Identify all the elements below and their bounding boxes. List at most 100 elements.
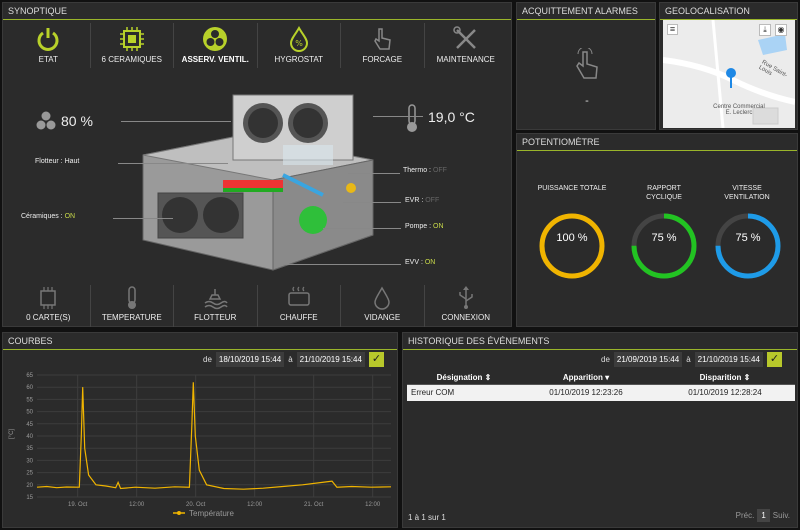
ceramiques-label: 6 CERAMIQUES xyxy=(101,55,162,64)
flotteur-leader-line xyxy=(118,163,228,164)
connexion-button[interactable]: CONNEXION xyxy=(425,285,508,327)
acquittement-title: ACQUITTEMENT ALARMES xyxy=(517,3,655,20)
de-label: de xyxy=(601,355,610,364)
page-1-button[interactable]: 1 xyxy=(757,509,770,522)
evr-status: EVR : OFF xyxy=(405,197,439,204)
y-axis-label: [°C] xyxy=(9,429,15,439)
y-tick-label: 50 xyxy=(26,410,33,416)
gauges-area xyxy=(539,213,781,279)
etat-label: ETAT xyxy=(38,55,58,64)
forcage-button[interactable]: FORCAGE xyxy=(341,23,425,68)
a-label: à xyxy=(288,355,293,364)
date-to-input[interactable]: 21/10/2019 15:44 xyxy=(694,352,763,367)
x-tick-label: 12:00 xyxy=(247,502,263,508)
cell-designation: Erreur COM xyxy=(411,388,455,397)
power-icon xyxy=(37,28,59,51)
humidity-drop-icon: % xyxy=(289,25,308,52)
map-menu-icon[interactable]: ≡ xyxy=(667,24,678,35)
drop-icon xyxy=(374,286,391,310)
chip-icon xyxy=(119,27,144,51)
column-disparition[interactable]: Disparition ⇕ xyxy=(655,370,795,384)
y-tick-label: 25 xyxy=(26,471,33,477)
evr-leader-line xyxy=(343,202,401,203)
maintenance-label: MAINTENANCE xyxy=(436,55,495,64)
pagination-info: 1 à 1 sur 1 xyxy=(408,513,446,522)
flotteur-button[interactable]: FLOTTEUR xyxy=(174,285,258,327)
column-designation[interactable]: Désignation ⇕ xyxy=(407,370,517,384)
prev-page-button[interactable]: Préc. xyxy=(733,509,758,522)
hygrostat-button[interactable]: % HYGROSTAT xyxy=(258,23,341,68)
y-tick-label: 45 xyxy=(26,422,33,428)
pompe-status-value: ON xyxy=(433,223,444,230)
cartes-button[interactable]: 0 CARTE(S) xyxy=(7,285,91,327)
y-tick-label: 55 xyxy=(26,397,33,403)
thermo-status-value: OFF xyxy=(432,167,447,174)
column-apparition[interactable]: Apparition ▾ xyxy=(517,370,655,384)
apply-check-button[interactable]: ✓ xyxy=(766,352,782,367)
hand-pointer-icon[interactable] xyxy=(572,48,602,83)
vidange-button[interactable]: VIDANGE xyxy=(341,285,425,327)
asserv-ventil-button[interactable]: ASSERV. VENTIL. xyxy=(174,23,258,68)
puissance-totale-value: 100 % xyxy=(556,232,588,244)
table-header: Désignation ⇕ Apparition ▾ Disparition ⇕ xyxy=(407,370,795,385)
date-from-input[interactable]: 18/10/2019 15:44 xyxy=(215,352,285,367)
svg-text:%: % xyxy=(295,39,303,48)
temperature-label: TEMPERATURE xyxy=(101,313,162,322)
ceramiques-leader-line xyxy=(113,218,173,219)
evv-status: EVV : ON xyxy=(405,259,435,266)
y-tick-label: 15 xyxy=(26,495,33,501)
chip-icon xyxy=(40,287,56,309)
gauge-arc xyxy=(539,213,605,279)
next-page-button[interactable]: Suiv. xyxy=(770,509,793,522)
synoptique-title: SYNOPTIQUE xyxy=(3,3,511,20)
date-to-input[interactable]: 21/10/2019 15:44 xyxy=(296,352,365,367)
fan-speed-value: 80 % xyxy=(61,113,93,129)
vitesse-ventilation-label: VITESSE VENTILATION xyxy=(724,185,770,201)
ceramiques-status-label: Céramiques : xyxy=(21,213,65,220)
ceramiques-button[interactable]: 6 CERAMIQUES xyxy=(91,23,174,68)
maintenance-button[interactable]: MAINTENANCE xyxy=(425,23,508,68)
tools-icon xyxy=(453,26,476,49)
date-from-input[interactable]: 21/09/2019 15:44 xyxy=(613,352,683,367)
fan-icon xyxy=(203,27,228,51)
legend-label[interactable]: Température xyxy=(189,509,234,518)
thermo-leader-line xyxy=(348,173,400,174)
top-button-bar: ETAT 6 CERAMIQUES ASSERV. VENTIL. % HYGR… xyxy=(7,23,507,68)
evv-status-label: EVV : xyxy=(405,259,425,266)
geolocalisation-title: GEOLOCALISATION xyxy=(660,3,797,20)
ceramiques-status-value: ON xyxy=(64,213,76,220)
heater-icon xyxy=(288,286,310,306)
rapport-cyclique-label: RAPPORT CYCLIQUE xyxy=(646,185,682,201)
thermo-status: Thermo : OFF xyxy=(403,167,447,174)
x-tick-label: 20. Oct xyxy=(186,502,206,508)
apply-check-button[interactable]: ✓ xyxy=(368,352,384,367)
machine-illustration xyxy=(142,94,374,271)
thermometer-icon xyxy=(127,286,136,309)
eye-icon[interactable]: ◉ xyxy=(775,24,787,36)
pagination: Préc. 1 Suiv. xyxy=(733,509,793,522)
fan-leader-line xyxy=(121,121,231,122)
x-tick-label: 21. Oct xyxy=(304,502,324,508)
rapport-cyclique-value: 75 % xyxy=(651,232,677,244)
a-label: à xyxy=(686,355,691,364)
geolocalisation-panel: GEOLOCALISATION ≡ ⤓ ◉ Rue Saint-Louis Ce… xyxy=(659,2,798,130)
evr-status-value: OFF xyxy=(425,197,440,204)
temp-leader-line xyxy=(373,116,423,117)
column-apparition-label: Apparition xyxy=(562,373,603,382)
chauffe-label: CHAUFFE xyxy=(279,313,318,322)
etat-button[interactable]: ETAT xyxy=(7,23,91,68)
courbes-date-range: de 18/10/2019 15:44 à 21/10/2019 15:44 ✓ xyxy=(203,351,384,368)
potentiometre-panel: POTENTIOMÈTRE PUISSANCE TOTALE RAPPORT C… xyxy=(516,133,798,327)
y-tick-label: 30 xyxy=(26,458,33,464)
historique-date-range: de 21/09/2019 15:44 à 21/10/2019 15:44 ✓ xyxy=(601,351,782,368)
pompe-leader-line xyxy=(323,228,401,229)
map-place-label: Centre Commercial E. Leclerc xyxy=(709,104,769,116)
table-row[interactable]: Erreur COM 01/10/2019 12:23:26 01/10/201… xyxy=(407,385,795,401)
hygrostat-label: HYGROSTAT xyxy=(274,55,324,64)
map[interactable]: ≡ ⤓ ◉ Rue Saint-Louis Centre Commercial E… xyxy=(663,20,795,128)
download-icon[interactable]: ⤓ xyxy=(759,24,771,36)
cell-apparition: 01/10/2019 12:23:26 xyxy=(549,388,623,397)
chauffe-button[interactable]: CHAUFFE xyxy=(258,285,341,327)
temperature-button[interactable]: TEMPERATURE xyxy=(91,285,174,327)
forcage-label: FORCAGE xyxy=(362,55,403,64)
